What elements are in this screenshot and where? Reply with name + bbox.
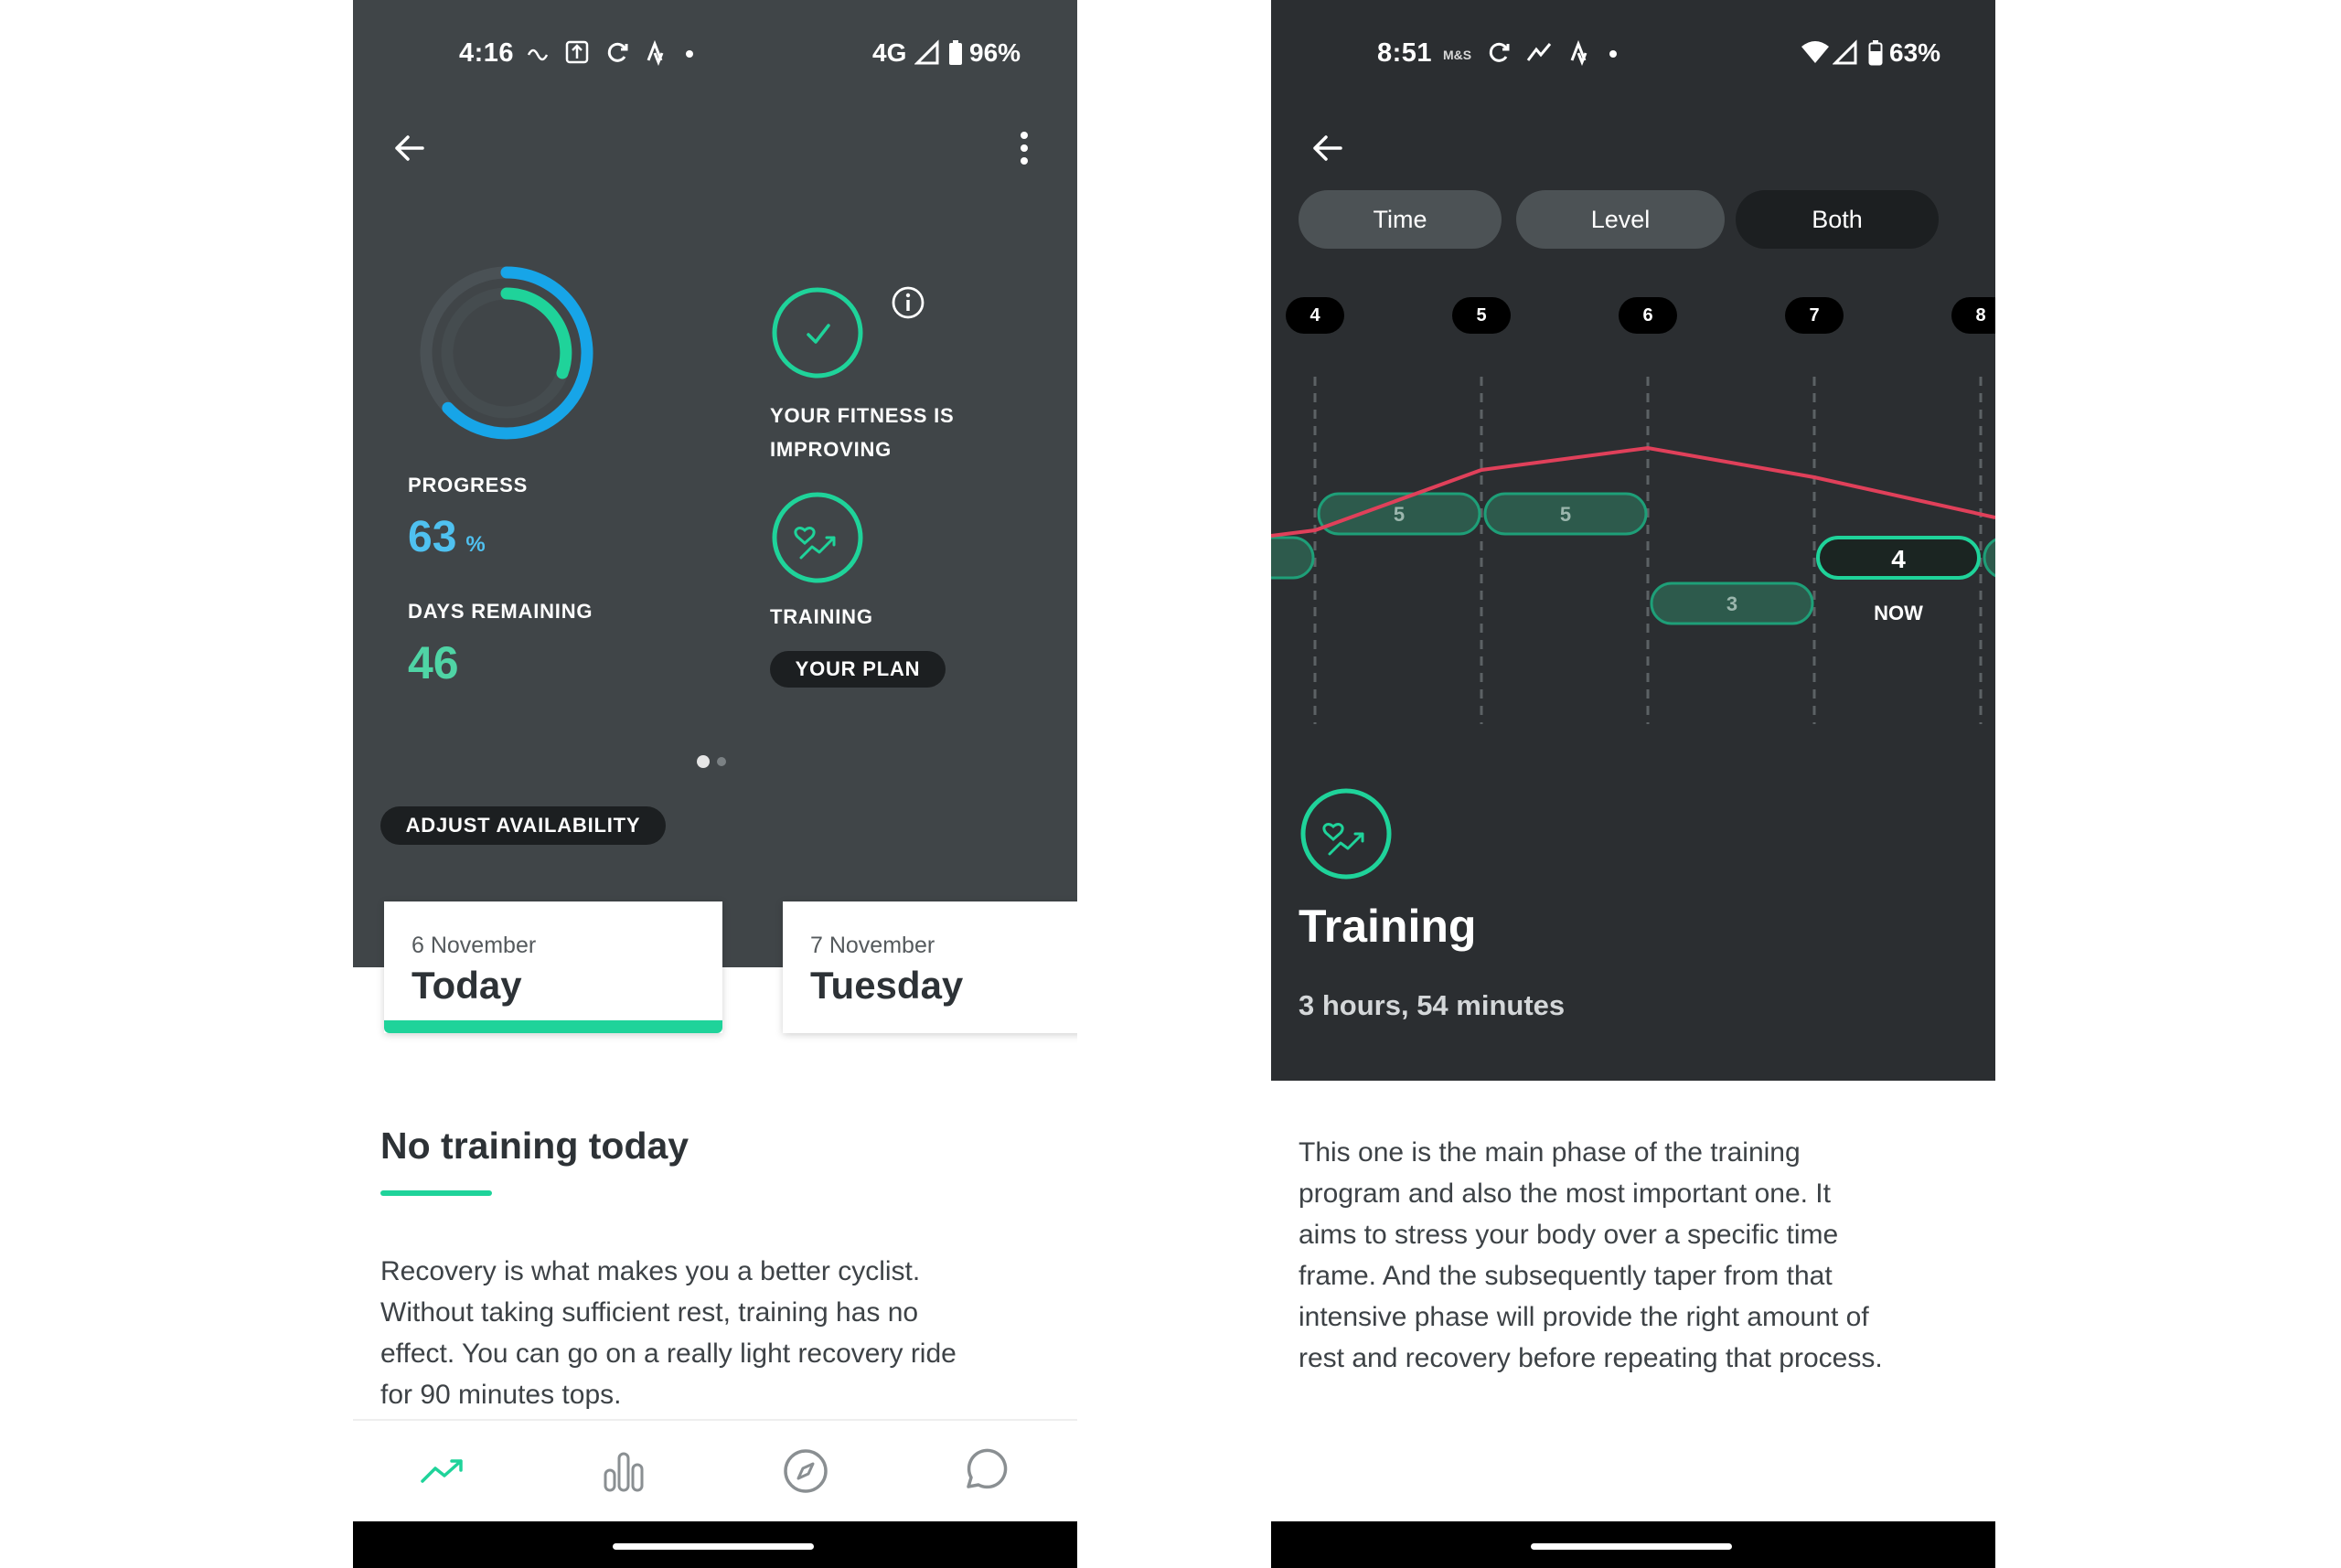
- sync-icon: [607, 42, 628, 62]
- now-marker-label: NOW: [1874, 602, 1923, 624]
- upload-notification-icon: [565, 40, 589, 64]
- network-type: 4G: [872, 38, 907, 67]
- signal-icon: [914, 39, 939, 65]
- strava-icon: [1570, 39, 1587, 66]
- back-arrow-icon[interactable]: [390, 128, 430, 168]
- compass-icon[interactable]: [781, 1446, 830, 1496]
- phase-description: This one is the main phase of the traini…: [1299, 1132, 1883, 1379]
- days-remaining-value: 46: [408, 637, 459, 688]
- progress-number: 63: [408, 513, 457, 561]
- battery-level: 63%: [1889, 38, 1941, 67]
- carousel-dot[interactable]: [717, 757, 726, 766]
- status-bar: 4:16 4G 96%: [353, 0, 1077, 110]
- progress-label: PROGRESS: [408, 474, 529, 496]
- battery-level: 96%: [969, 38, 1021, 67]
- phone-screen-dashboard: 4:16 4G 96% PROGRESS 63 % DAYS REMAINING…: [353, 0, 1077, 1568]
- status-bar: 8:51 M&S 63%: [1271, 0, 1995, 110]
- chat-icon[interactable]: [960, 1446, 1010, 1496]
- description-line: This one is the main phase of the traini…: [1299, 1137, 1801, 1168]
- home-gesture-handle[interactable]: [1531, 1543, 1732, 1550]
- description-line: Without taking sufficient rest, training…: [380, 1297, 919, 1328]
- your-plan-button[interactable]: YOUR PLAN: [770, 651, 946, 688]
- signal-icon: [1833, 39, 1857, 65]
- description-line: intensive phase will provide the right a…: [1299, 1302, 1869, 1332]
- recovery-description: Recovery is what makes you a better cycl…: [380, 1251, 957, 1415]
- phase-level-label-current: 4: [1891, 545, 1906, 573]
- phase-level-label: 5: [1560, 503, 1571, 526]
- back-arrow-icon[interactable]: [1308, 128, 1348, 168]
- description-line: frame. And the subsequently taper from t…: [1299, 1261, 1833, 1291]
- more-options-icon[interactable]: [1015, 128, 1033, 168]
- day-card-date: 7 November: [810, 933, 935, 958]
- section-title-underline: [380, 1190, 492, 1196]
- system-navigation-bar: [1271, 1521, 1995, 1568]
- phase-timeline-chart[interactable]: 5 5 3 4 NOW: [1271, 366, 1995, 731]
- activity-notification-icon: [1526, 43, 1552, 61]
- description-line: rest and recovery before repeating that …: [1299, 1343, 1883, 1373]
- segment-both[interactable]: Both: [1736, 190, 1939, 249]
- day-card-date: 6 November: [412, 933, 537, 958]
- section-title: No training today: [380, 1125, 689, 1167]
- description-line: effect. You can go on a really light rec…: [380, 1339, 957, 1369]
- bar-chart-icon[interactable]: [600, 1448, 647, 1494]
- description-line: aims to stress your body over a specific…: [1299, 1220, 1839, 1250]
- progress-ring: [420, 266, 593, 440]
- progress-value: 63%: [408, 512, 486, 562]
- trend-icon[interactable]: [419, 1452, 466, 1492]
- wifi-icon: [1801, 41, 1829, 63]
- more-notifications-dot-icon: [1609, 50, 1617, 58]
- week-badge: 7: [1785, 297, 1844, 334]
- selected-day-indicator: [384, 1020, 722, 1033]
- training-heart-trend-icon: [772, 492, 863, 583]
- fitness-status-line1: YOUR FITNESS IS: [770, 404, 955, 427]
- info-icon[interactable]: [891, 285, 925, 320]
- description-line: Recovery is what makes you a better cycl…: [380, 1256, 921, 1286]
- battery-icon: [949, 40, 962, 65]
- training-label: TRAINING: [770, 605, 873, 628]
- day-card-day: Tuesday: [810, 964, 964, 1007]
- week-badge: 4: [1286, 297, 1344, 334]
- fitness-status-text: YOUR FITNESS IS IMPROVING: [770, 399, 954, 466]
- phase-level-label: 3: [1726, 592, 1737, 615]
- segment-time[interactable]: Time: [1299, 190, 1502, 249]
- app-notification-icon: [527, 48, 549, 61]
- segment-level[interactable]: Level: [1516, 190, 1725, 249]
- day-card-today[interactable]: 6 November Today: [384, 901, 722, 1033]
- system-navigation-bar: [353, 1521, 1077, 1568]
- fitness-status-line2: IMPROVING: [770, 438, 893, 461]
- training-heart-trend-icon: [1300, 788, 1392, 880]
- progress-ring-inner-arc: [500, 287, 572, 379]
- carousel-dot-active[interactable]: [697, 755, 710, 768]
- description-line: for 90 minutes tops.: [380, 1380, 622, 1410]
- day-card-tuesday[interactable]: 7 November Tuesday: [783, 901, 1077, 1033]
- battery-icon: [1868, 40, 1883, 66]
- strava-icon: [647, 39, 664, 66]
- week-badge: 5: [1452, 297, 1511, 334]
- phase-title: Training: [1299, 901, 1477, 952]
- days-remaining-label: DAYS REMAINING: [408, 600, 593, 623]
- description-line: program and also the most important one.…: [1299, 1179, 1831, 1209]
- status-badge: M&S: [1443, 48, 1472, 62]
- phase-pill[interactable]: [1983, 538, 1995, 578]
- progress-unit: %: [465, 532, 486, 557]
- adjust-availability-button[interactable]: ADJUST AVAILABILITY: [380, 806, 666, 845]
- more-notifications-dot-icon: [686, 50, 693, 58]
- status-time: 8:51: [1377, 38, 1433, 68]
- sync-icon: [1489, 42, 1510, 62]
- week-badge: 6: [1619, 297, 1677, 334]
- bottom-navigation: [353, 1419, 1077, 1523]
- day-card-day: Today: [412, 964, 522, 1007]
- fitness-check-icon: [772, 287, 863, 379]
- status-time: 4:16: [459, 38, 515, 68]
- week-badge: 8: [1951, 297, 1995, 334]
- phase-pill[interactable]: [1271, 536, 1315, 580]
- phase-duration: 3 hours, 54 minutes: [1299, 989, 1566, 1021]
- phone-screen-phase-detail: 8:51 M&S 63% Time Level Both 4 5 6 7 8 5…: [1271, 0, 1995, 1568]
- phase-level-label: 5: [1394, 503, 1405, 526]
- home-gesture-handle[interactable]: [613, 1543, 814, 1550]
